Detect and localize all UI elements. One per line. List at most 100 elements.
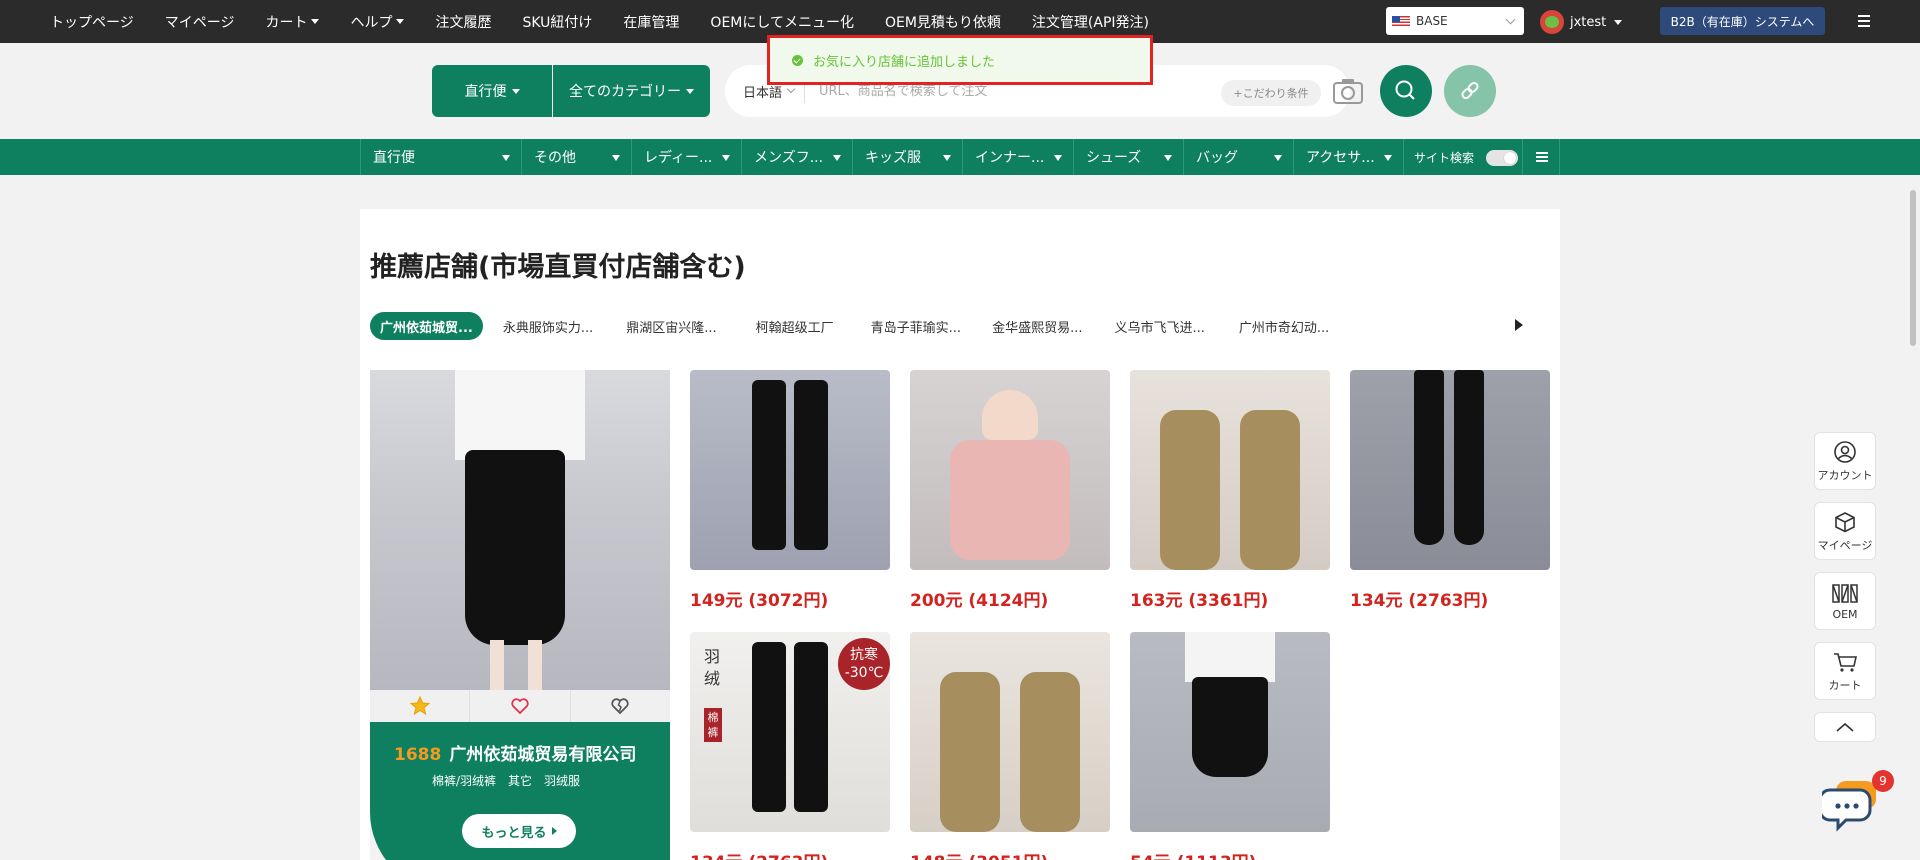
cart-shortcut[interactable]: カート (1814, 642, 1876, 700)
featured-product-image[interactable] (370, 370, 670, 690)
store-tab[interactable]: 金华盛熙贸易... (992, 317, 1082, 336)
chevron-up-icon (1836, 722, 1854, 732)
top-nav-link[interactable]: マイページ (165, 12, 235, 32)
search-button[interactable] (1380, 65, 1432, 117)
star-icon[interactable] (370, 690, 471, 722)
product-card[interactable]: 134元 (2763円) (1350, 370, 1550, 611)
store-tab[interactable]: 广州依茹城贸... (370, 312, 483, 340)
store-tab[interactable]: 义乌市飞飞进... (1114, 317, 1204, 336)
top-nav-link-label: SKU紐付け (522, 14, 593, 31)
currency-select[interactable]: BASE (1386, 7, 1524, 35)
product-image[interactable] (1130, 632, 1330, 832)
category-menu-icon[interactable] (1522, 139, 1560, 175)
store-tab[interactable]: 鼎湖区宙兴隆... (626, 317, 716, 336)
shipping-dropdown-button[interactable]: 直行便 (432, 65, 552, 117)
cold-resistant-badge: 抗寒 -30℃ (838, 638, 890, 690)
store-tags: 棉裤/羽绒裤 其它 羽绒服 (432, 774, 581, 788)
category-label: その他 (534, 150, 576, 166)
more-button[interactable]: もっと見る (462, 814, 576, 848)
chat-badge: 9 (1872, 770, 1894, 792)
product-card[interactable]: 200元 (4124円) (910, 370, 1110, 611)
product-image[interactable] (690, 370, 890, 570)
product-image[interactable]: 抗寒 -30℃ 羽绒 棉裤 (690, 632, 890, 832)
product-price: 163元 (3361円) (1130, 591, 1269, 611)
camera-icon[interactable] (1332, 76, 1364, 106)
category-dropdown[interactable]: キッズ服 (852, 139, 961, 175)
oem-shortcut[interactable]: OEM (1814, 572, 1876, 630)
top-nav-link[interactable]: ヘルプ (350, 12, 405, 32)
product-card[interactable]: 抗寒 -30℃ 羽绒棉裤 134元 (2763円) (690, 632, 890, 860)
top-nav-link[interactable]: SKU紐付け (522, 12, 592, 32)
top-nav-link[interactable]: カート (265, 12, 320, 32)
product-image[interactable] (910, 370, 1110, 570)
oem-label: OEM (1832, 608, 1858, 621)
account-shortcut[interactable]: アカウント (1814, 432, 1876, 490)
top-nav-link-label: 在庫管理 (623, 14, 680, 31)
product-price: 200元 (4124円) (910, 591, 1049, 611)
store-tab[interactable]: 永典服饰实力... (503, 317, 593, 336)
mypage-shortcut[interactable]: マイページ (1814, 502, 1876, 560)
product-card[interactable]: 149元 (3072円) (690, 370, 890, 611)
hamburger-menu-icon[interactable] (1858, 15, 1870, 27)
store-tab[interactable]: 青岛子菲瑜实... (871, 317, 961, 336)
category-dropdown[interactable]: その他 (521, 139, 630, 175)
category-label: 直行便 (373, 150, 415, 166)
top-nav-link[interactable]: OEM見積もり依頼 (885, 12, 1001, 32)
category-dropdown[interactable]: インナー... (962, 139, 1072, 175)
top-nav-link[interactable]: 注文管理(API発注) (1032, 12, 1149, 32)
caret-right-icon (551, 827, 557, 835)
scrollbar-thumb[interactable] (1910, 190, 1916, 346)
caret-down-icon (1274, 155, 1282, 161)
link-search-button[interactable] (1444, 65, 1496, 117)
recommended-stores-panel: 推薦店舗(市場直買付店舗含む) 广州依茹城贸... 永典服饰实力... 鼎湖区宙兴隆… (360, 209, 1560, 860)
product-image[interactable] (1350, 370, 1550, 570)
currency-label: BASE (1416, 14, 1448, 28)
search-input[interactable] (819, 83, 1199, 99)
product-card[interactable]: 148元 (3051円) (910, 632, 1110, 860)
top-nav-link[interactable]: OEMにしてメニュー化 (710, 12, 854, 32)
product-image[interactable] (1130, 370, 1330, 570)
category-dropdown-button[interactable]: 全てのカテゴリー (553, 65, 710, 117)
product-side-text: 羽绒 (704, 647, 721, 688)
category-dropdown[interactable]: バッグ (1183, 139, 1292, 175)
avatar (1540, 10, 1564, 34)
top-nav-link[interactable]: トップページ (50, 12, 134, 32)
category-label: インナー... (975, 150, 1045, 166)
site-search-toggle[interactable]: サイト検索 (1403, 139, 1521, 175)
b2b-system-button[interactable]: B2B（有在庫）システムへ (1660, 7, 1825, 35)
next-arrow-icon[interactable] (1515, 319, 1523, 331)
store-tabs: 广州依茹城贸... 永典服饰实力... 鼎湖区宙兴隆... 柯翰超级工厂 青岛子菲瑜实.… (370, 311, 1329, 341)
broken-heart-icon[interactable] (571, 690, 670, 722)
heart-icon[interactable] (470, 690, 571, 722)
store-tab[interactable]: 柯翰超级工厂 (756, 317, 834, 336)
category-dropdown[interactable]: シューズ (1073, 139, 1182, 175)
conditions-button[interactable]: +こだわり条件 (1221, 80, 1321, 106)
caret-down-icon (686, 88, 694, 94)
caret-down-icon (1384, 155, 1392, 161)
top-nav-link-label: 注文履歴 (435, 14, 492, 31)
featured-store-name[interactable]: 1688 广州依茹城贸易有限公司 (394, 740, 636, 765)
user-menu[interactable]: jxtest (1540, 10, 1623, 34)
store-tab[interactable]: 广州市奇幻动... (1239, 317, 1329, 336)
caret-down-icon (1614, 19, 1623, 25)
mypage-label: マイページ (1817, 538, 1873, 552)
back-to-top-button[interactable] (1814, 712, 1876, 742)
featured-store-card: 1688 广州依茹城贸易有限公司 棉裤/羽绒裤 其它 羽绒服 もっと見る (370, 370, 670, 860)
product-card[interactable]: 163元 (3361円) (1130, 370, 1330, 611)
top-nav-link-label: ヘルプ (350, 14, 393, 31)
top-nav-link[interactable]: 在庫管理 (623, 12, 679, 32)
flag-icon (1392, 16, 1410, 26)
top-nav-link-label: OEMにしてメニュー化 (710, 14, 854, 31)
category-dropdown[interactable]: メンズフ... (741, 139, 851, 175)
category-dropdown[interactable]: アクセサ... (1293, 139, 1402, 175)
product-card[interactable]: 54元 (1113円) (1130, 632, 1330, 860)
category-label: アクセサ... (1306, 150, 1375, 166)
cart-icon (1834, 652, 1857, 672)
category-dropdown[interactable]: レディー... (631, 139, 740, 175)
top-nav-link[interactable]: 注文履歴 (435, 12, 491, 32)
toggle-switch[interactable] (1486, 150, 1518, 166)
product-image[interactable] (910, 632, 1110, 832)
caret-down-icon (311, 19, 320, 24)
category-dropdown[interactable]: 直行便 (360, 139, 520, 175)
product-price: 134元 (2763円) (1350, 591, 1489, 611)
